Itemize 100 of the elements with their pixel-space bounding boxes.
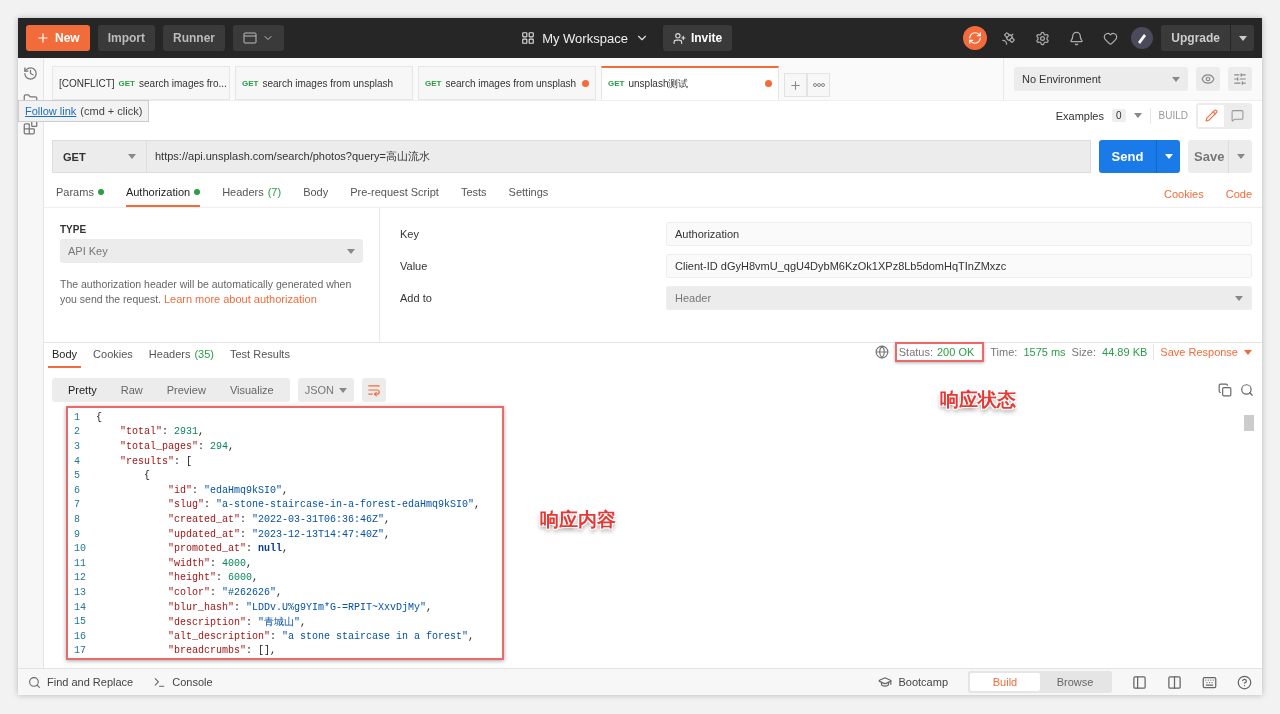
follow-link[interactable]: Follow link (25, 105, 77, 117)
line-number: 6 (73, 484, 81, 496)
request-section-tab[interactable]: Settings (508, 186, 549, 207)
line-number: 13 (73, 586, 87, 598)
help-icon[interactable] (1237, 674, 1252, 690)
request-section-tab[interactable]: Body (303, 186, 329, 207)
mode-tab[interactable]: Browse (1040, 673, 1110, 691)
blocks-icon[interactable] (23, 120, 38, 135)
line-number: 16 (73, 630, 87, 642)
size-label: Size: (1071, 346, 1097, 358)
method-select[interactable]: GET (52, 140, 146, 173)
caret-icon (1133, 113, 1142, 118)
code-line: "breadcrumbs": [], (167, 645, 277, 657)
more-icon (812, 83, 825, 87)
request-tab[interactable]: GET search images from unsplash (235, 66, 413, 100)
new-tab-button[interactable] (784, 73, 807, 97)
sliders-icon (1233, 72, 1247, 86)
history-icon[interactable] (23, 66, 38, 81)
format-select[interactable]: JSON (297, 378, 354, 402)
code-line: "created_at": "2022-03-31T06:36:46Z", (167, 513, 391, 525)
time-label: Time: (990, 346, 1018, 358)
save-button[interactable]: Save (1188, 140, 1228, 173)
graduation-cap-icon (878, 675, 893, 689)
response-tab[interactable]: Body (48, 348, 82, 368)
new-window-button[interactable] (233, 25, 285, 51)
request-tab[interactable]: [CONFLICT] GET search images fro... (52, 66, 230, 100)
send-button[interactable]: Send (1099, 140, 1156, 173)
environment-select[interactable]: No Environment (1014, 67, 1188, 91)
caret-icon (338, 387, 347, 393)
caret-icon (1235, 295, 1243, 301)
bootcamp-button[interactable]: Bootcamp (878, 675, 948, 689)
line-number: 2 (73, 426, 81, 438)
url-field[interactable]: https://api.unsplash.com/search/photos?query=高山流水 (146, 140, 1091, 173)
method-label: GET (608, 79, 625, 88)
input-field[interactable]: Authorization (666, 222, 1252, 246)
code-line: "id": "edaHmq9kSI0", (167, 484, 289, 496)
annotation-label: 响应状态 (940, 388, 1016, 412)
request-section-tab[interactable]: Authorization (125, 186, 201, 207)
find-replace-button[interactable]: Find and Replace (28, 675, 134, 689)
terminal-icon (153, 675, 167, 689)
request-section-tab[interactable]: Pre-request Script (350, 186, 439, 207)
auth-type-select[interactable]: API Key (60, 239, 363, 263)
bell-icon (1068, 30, 1084, 46)
caret-icon (347, 248, 355, 254)
line-number: 4 (73, 455, 81, 467)
plus-icon (789, 78, 802, 92)
size-value: 44.89 KB (1102, 346, 1148, 358)
method-label: GET (118, 78, 135, 88)
eye-button[interactable] (1196, 67, 1220, 91)
view-mode-tab[interactable]: Pretty (56, 378, 109, 402)
invite-button[interactable]: Invite (662, 25, 733, 51)
search-icon[interactable] (1240, 383, 1254, 397)
field-label: Value (400, 260, 429, 272)
two-pane-icon[interactable] (1167, 674, 1182, 690)
sync-button[interactable] (963, 26, 988, 50)
avatar-icon[interactable] (1131, 27, 1154, 49)
tab-title: search images from unsplash (445, 77, 577, 89)
globe-icon[interactable] (874, 345, 889, 359)
request-section-tab[interactable]: Params (56, 186, 104, 207)
eye-icon (1201, 72, 1215, 86)
tab-title: search images fro... (139, 77, 227, 89)
workspace-button[interactable]: My Workspace (515, 29, 655, 47)
import-button[interactable]: Import (97, 25, 156, 51)
sidebar-icon[interactable] (1132, 674, 1147, 690)
response-tab[interactable]: Test Results (225, 348, 294, 368)
response-tab[interactable]: Cookies (89, 348, 137, 368)
line-number: 14 (73, 601, 87, 613)
request-section-tab[interactable]: Tests (460, 186, 487, 207)
line-number: 7 (73, 499, 81, 511)
edit-button[interactable] (1198, 104, 1224, 127)
select-field[interactable]: Header (666, 286, 1252, 310)
keyboard-icon[interactable] (1202, 674, 1217, 690)
response-tab[interactable]: Headers (35) (144, 348, 218, 368)
grid-icon (521, 31, 536, 45)
status-label: Status: (898, 346, 933, 358)
code-line: "blur_hash": "LDDv.U%g9YIm*G-=RPIT~XxvDjMy", (167, 601, 433, 613)
line-number: 9 (73, 528, 81, 540)
code-line: "description": "青城山", (167, 615, 307, 629)
code-line: "slug": "a-stone-staircase-in-a-forest-edaHmq9kSI0", (167, 499, 481, 511)
annotation-label: 响应内容 (540, 508, 616, 532)
line-number: 8 (73, 513, 81, 525)
runner-button[interactable]: Runner (163, 25, 226, 51)
view-mode-tab[interactable]: Preview (154, 378, 218, 402)
caret-icon (1236, 154, 1245, 159)
send-options-button[interactable] (1156, 140, 1180, 173)
request-tab[interactable]: GET search images from unsplash (418, 66, 596, 100)
caret-icon (1164, 154, 1173, 159)
view-mode-tab[interactable]: Raw (108, 378, 155, 402)
copy-icon[interactable] (1218, 383, 1232, 397)
request-tab[interactable]: GET unsplash测试 (601, 66, 779, 100)
console-button[interactable]: Console (153, 675, 213, 689)
request-section-tab[interactable]: Headers (7) (222, 186, 282, 207)
input-field[interactable]: Client-ID dGyH8vmU_qgU4DybM6KzOk1XPz8Lb5domHqTInZMxzc (666, 254, 1252, 278)
user-plus-icon (672, 31, 686, 45)
caret-icon (128, 154, 136, 159)
examples-count: 0 (1112, 109, 1126, 122)
caret-icon (1244, 349, 1252, 355)
more-tabs-button[interactable] (807, 73, 830, 97)
line-number: 12 (73, 572, 87, 584)
view-mode-tab[interactable]: Visualize (217, 378, 286, 402)
